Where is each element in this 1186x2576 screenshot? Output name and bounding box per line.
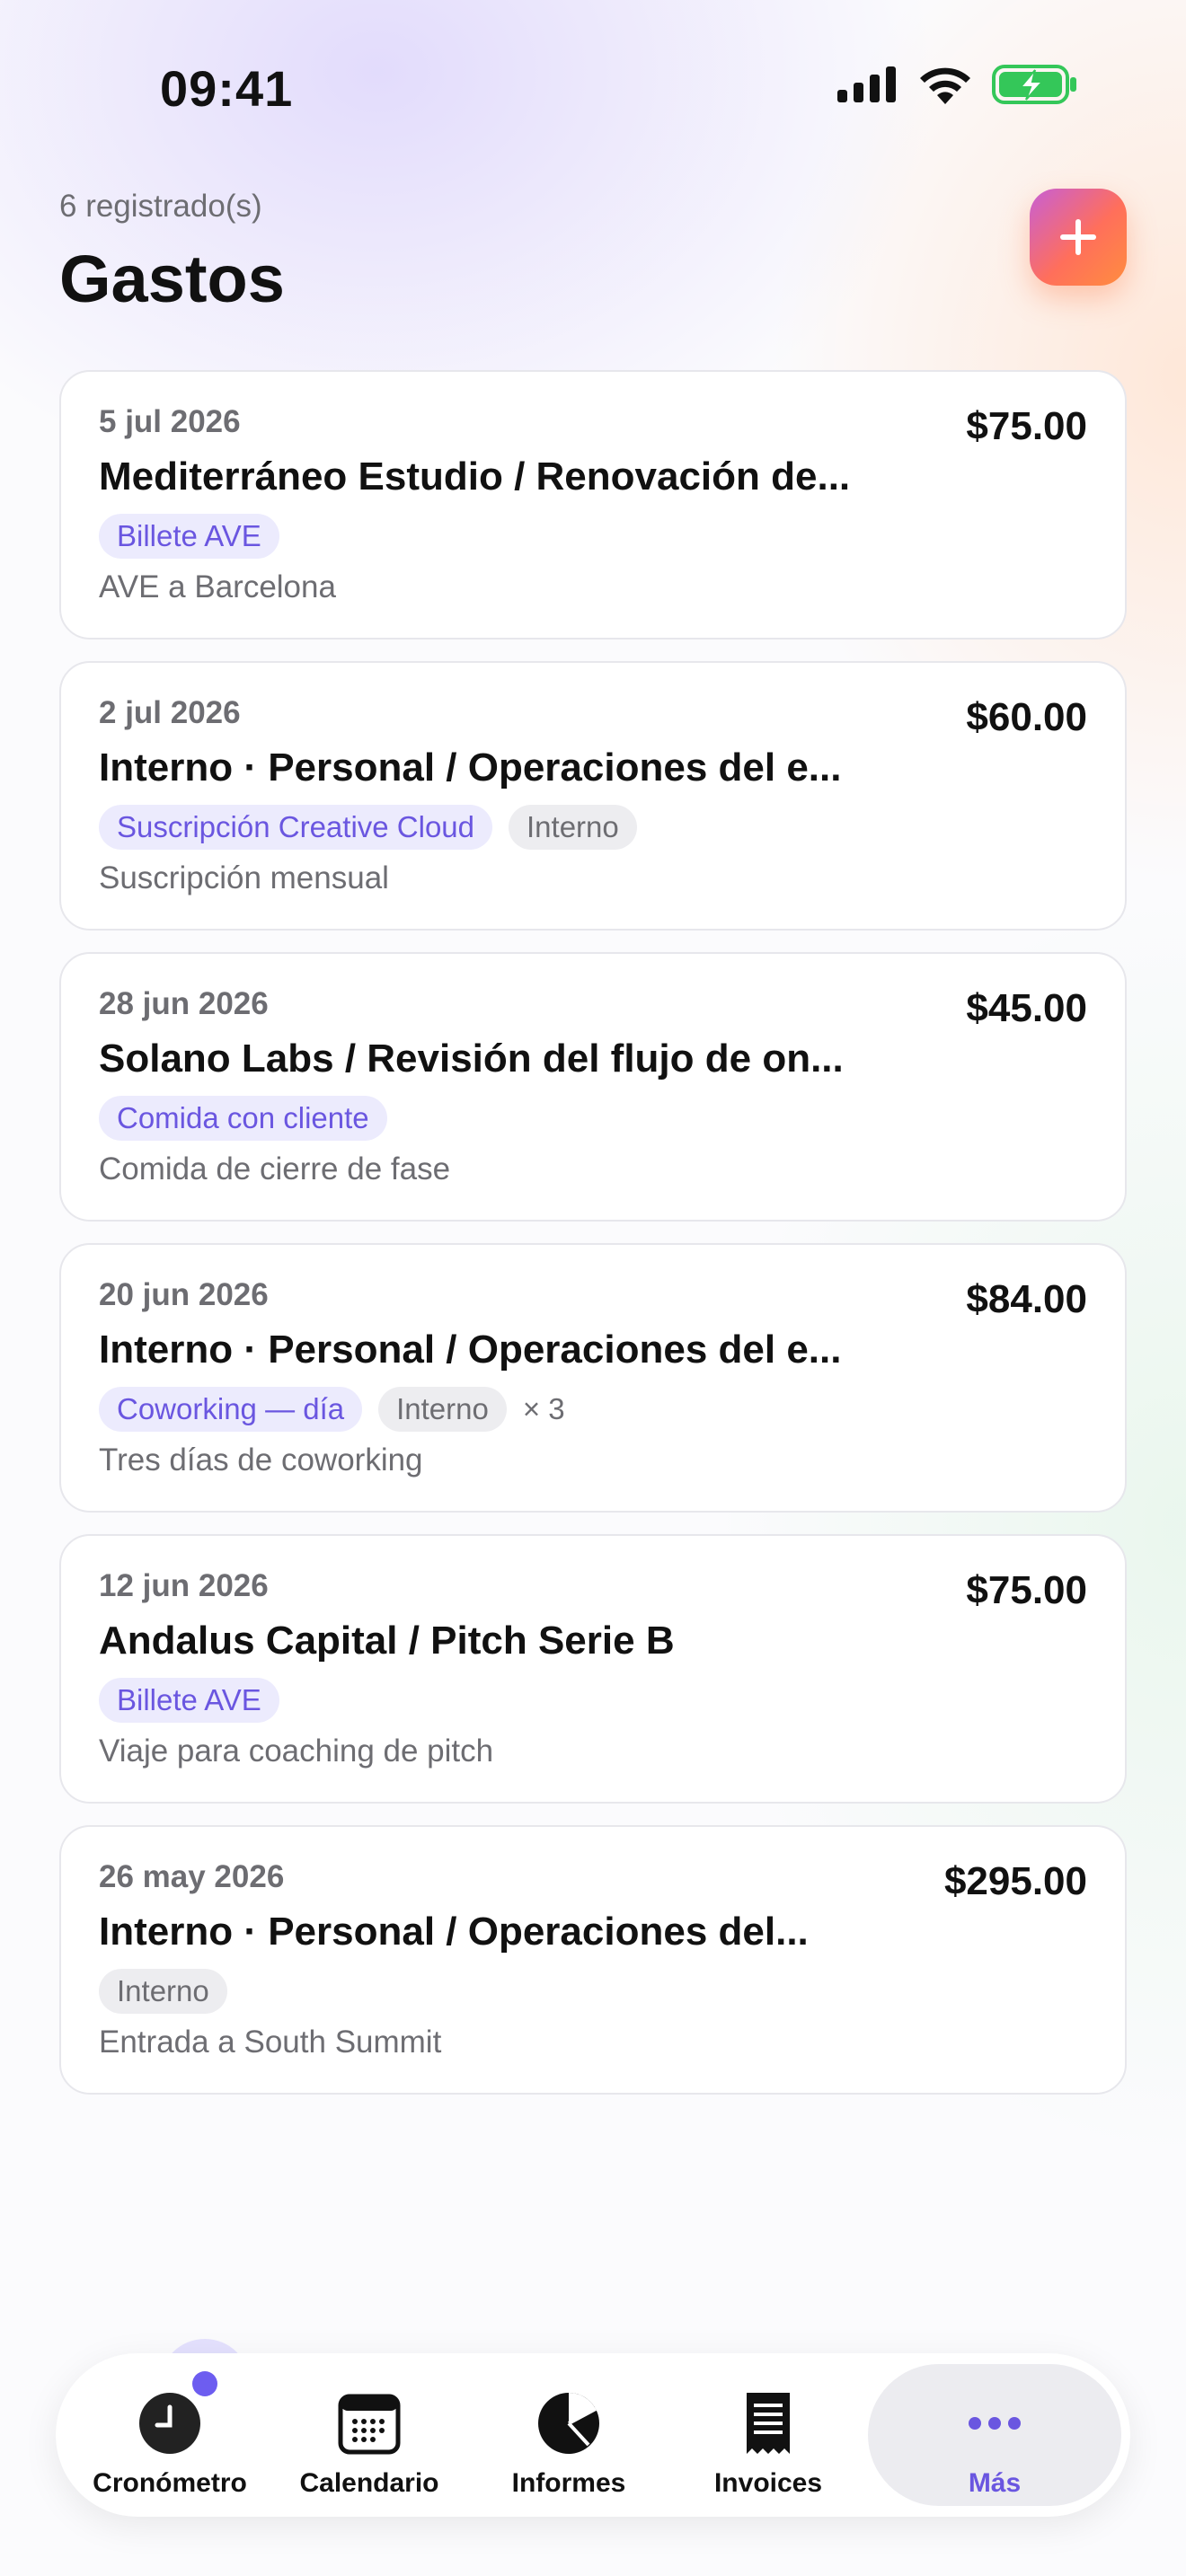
tab-label: Informes [511, 2468, 626, 2498]
expense-note: Comida de cierre de fase [99, 1151, 451, 1187]
expense-card[interactable]: 28 jun 2026 $45.00 Solano Labs / Revisió… [59, 952, 1127, 1222]
expense-amount: $60.00 [966, 695, 1087, 739]
page-title: Gastos [59, 242, 285, 316]
tab-label: Más [968, 2468, 1022, 2498]
expense-note: Viaje para coaching de pitch [99, 1734, 494, 1769]
expense-date: 12 jun 2026 [99, 1568, 269, 1603]
receipt-icon [747, 2393, 790, 2454]
expense-amount: $295.00 [943, 1859, 1087, 1903]
expense-date: 28 jun 2026 [99, 986, 269, 1021]
expense-project: Interno · Personal / Operaciones del... [99, 1910, 809, 1954]
expense-tags: Comida con cliente [99, 1096, 387, 1141]
tab-label: Calendario [299, 2468, 439, 2498]
more-icon [969, 2417, 1021, 2430]
expense-project: Solano Labs / Revisión del flujo de on..… [99, 1037, 844, 1081]
tab-calendario[interactable]: Calendario [268, 2364, 471, 2506]
plus-icon [1060, 219, 1096, 255]
pie-chart-icon [538, 2393, 599, 2454]
expense-tags: Coworking — día Interno × 3 [99, 1387, 565, 1432]
expense-card[interactable]: 2 jul 2026 $60.00 Interno · Personal / O… [59, 661, 1127, 931]
expense-tags: Billete AVE [99, 1678, 279, 1723]
status-icons [837, 65, 1078, 104]
expense-amount: $75.00 [966, 1568, 1087, 1612]
timer-running-indicator [192, 2371, 217, 2396]
expense-card[interactable]: 12 jun 2026 $75.00 Andalus Capital / Pit… [59, 1534, 1127, 1804]
expense-project: Interno · Personal / Operaciones del e..… [99, 745, 842, 790]
tab-cronometro[interactable]: Cronómetro [68, 2364, 271, 2506]
expense-note: Tres días de coworking [99, 1442, 423, 1478]
signal-icon [837, 66, 896, 102]
category-tag: Billete AVE [99, 514, 279, 559]
status-time: 09:41 [160, 60, 294, 117]
status-bar: 09:41 [0, 0, 1186, 171]
battery-charging-icon [992, 65, 1076, 104]
wifi-icon [920, 67, 970, 104]
expense-tags: Billete AVE [99, 514, 279, 559]
tab-invoices[interactable]: Invoices [667, 2364, 870, 2506]
expense-date: 20 jun 2026 [99, 1277, 269, 1312]
expense-amount: $75.00 [966, 404, 1087, 448]
expense-note: AVE a Barcelona [99, 569, 336, 604]
category-tag: Comida con cliente [99, 1096, 387, 1141]
category-tag: Suscripción Creative Cloud [99, 805, 493, 850]
record-count: 6 registrado(s) [59, 189, 262, 224]
expense-card[interactable]: 5 jul 2026 $75.00 Mediterráneo Estudio /… [59, 370, 1127, 640]
expense-amount: $84.00 [966, 1277, 1087, 1321]
expense-card[interactable]: 20 jun 2026 $84.00 Interno · Personal / … [59, 1243, 1127, 1513]
expense-date: 5 jul 2026 [99, 404, 241, 439]
internal-tag: Interno [378, 1387, 507, 1432]
tab-label: Cronómetro [93, 2468, 247, 2498]
tab-label: Invoices [713, 2468, 823, 2498]
add-expense-button[interactable] [1030, 189, 1127, 286]
expense-project: Interno · Personal / Operaciones del e..… [99, 1328, 842, 1372]
expense-card[interactable]: 26 may 2026 $295.00 Interno · Personal /… [59, 1825, 1127, 2095]
tab-informes[interactable]: Informes [467, 2364, 670, 2506]
calendar-icon [338, 2394, 401, 2455]
tab-bar: Cronómetro Calendario Informes Invoices … [56, 2353, 1130, 2517]
expense-note: Suscripción mensual [99, 860, 389, 895]
expense-tags: Suscripción Creative Cloud Interno [99, 805, 637, 850]
expense-date: 26 may 2026 [99, 1859, 285, 1894]
expense-date: 2 jul 2026 [99, 695, 241, 730]
expense-list: 5 jul 2026 $75.00 Mediterráneo Estudio /… [59, 370, 1127, 2116]
expense-amount: $45.00 [966, 986, 1087, 1030]
category-tag: Billete AVE [99, 1678, 279, 1723]
expense-project: Mediterráneo Estudio / Renovación de... [99, 454, 851, 498]
expense-project: Andalus Capital / Pitch Serie B [99, 1619, 675, 1663]
stopwatch-icon [139, 2393, 200, 2454]
expense-tags: Interno [99, 1969, 227, 2014]
expense-note: Entrada a South Summit [99, 2025, 442, 2060]
tab-mas[interactable]: Más [868, 2364, 1121, 2506]
category-tag: Coworking — día [99, 1387, 363, 1432]
quantity-multiplier: × 3 [522, 1392, 565, 1425]
internal-tag: Interno [99, 1969, 227, 2014]
internal-tag: Interno [509, 805, 637, 850]
